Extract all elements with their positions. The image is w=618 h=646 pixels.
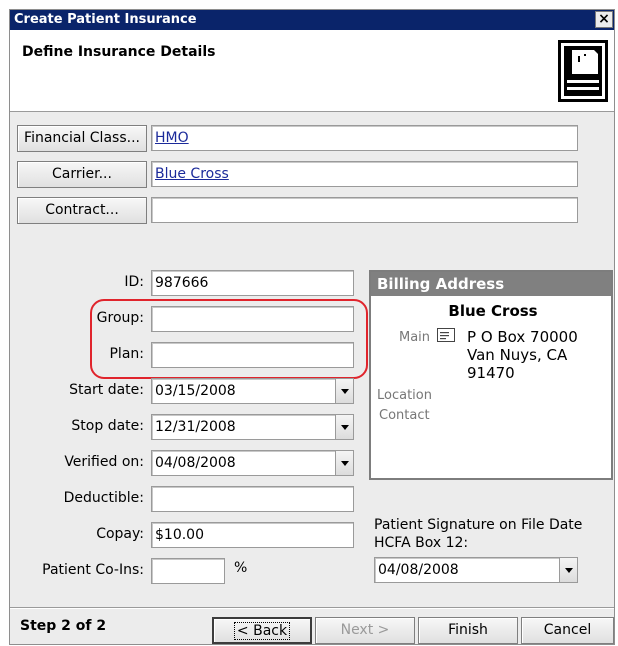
financial-class-button[interactable]: Financial Class... bbox=[17, 125, 147, 152]
contract-button[interactable]: Contract... bbox=[17, 197, 147, 224]
plan-input[interactable] bbox=[151, 342, 354, 368]
finish-button[interactable]: Finish bbox=[418, 617, 518, 644]
deductible-label: Deductible: bbox=[63, 490, 144, 506]
title-bar: Create Patient Insurance × bbox=[10, 10, 614, 30]
window-title: Create Patient Insurance bbox=[14, 12, 197, 27]
back-button[interactable]: < Back bbox=[212, 617, 312, 644]
billing-address-line: Van Nuys, CA bbox=[467, 346, 568, 364]
id-input[interactable]: 987666 bbox=[151, 270, 354, 296]
verified-on-value: 04/08/2008 bbox=[155, 455, 236, 471]
group-input[interactable] bbox=[151, 306, 354, 332]
finish-button-label: Finish bbox=[448, 622, 488, 638]
co-ins-percent: % bbox=[234, 560, 248, 576]
billing-contact-label: Contact bbox=[379, 408, 430, 423]
document-icon bbox=[558, 40, 608, 102]
next-button[interactable]: Next > bbox=[315, 617, 415, 644]
signature-label-line2: HCFA Box 12: bbox=[374, 535, 469, 551]
chevron-down-icon[interactable] bbox=[335, 451, 353, 475]
group-label: Group: bbox=[96, 310, 144, 326]
billing-address-line: 91470 bbox=[467, 364, 515, 382]
back-button-label: < Back bbox=[233, 622, 291, 640]
carrier-field[interactable]: Blue Cross bbox=[151, 161, 578, 187]
chevron-down-icon[interactable] bbox=[335, 379, 353, 403]
stop-date-value: 12/31/2008 bbox=[155, 419, 236, 435]
verified-on-label: Verified on: bbox=[64, 454, 144, 470]
chevron-down-icon[interactable] bbox=[335, 415, 353, 439]
co-ins-label: Patient Co-Ins: bbox=[42, 562, 144, 578]
billing-carrier-name: Blue Cross bbox=[448, 302, 538, 320]
carrier-button-label: Carrier... bbox=[52, 166, 112, 182]
financial-class-button-label: Financial Class... bbox=[24, 130, 140, 146]
cancel-button[interactable]: Cancel bbox=[521, 617, 614, 644]
chevron-down-icon[interactable] bbox=[559, 558, 577, 582]
billing-main-label: Main bbox=[399, 330, 431, 345]
stop-date-label: Stop date: bbox=[71, 418, 144, 434]
billing-address-panel: Billing Address Blue Cross Main P O Box … bbox=[369, 270, 613, 480]
billing-address-title: Billing Address bbox=[371, 272, 611, 296]
footer-divider bbox=[10, 607, 614, 609]
copay-label: Copay: bbox=[96, 526, 144, 542]
close-icon: × bbox=[598, 11, 610, 27]
id-label: ID: bbox=[124, 274, 144, 290]
start-date-select[interactable]: 03/15/2008 bbox=[151, 378, 354, 404]
signature-date-value: 04/08/2008 bbox=[378, 562, 459, 578]
start-date-label: Start date: bbox=[69, 382, 144, 398]
financial-class-value: HMO bbox=[155, 130, 189, 146]
deductible-input[interactable] bbox=[151, 486, 354, 512]
co-ins-input[interactable] bbox=[151, 558, 225, 584]
header-title: Define Insurance Details bbox=[22, 44, 216, 60]
close-button[interactable]: × bbox=[595, 11, 613, 28]
financial-class-field[interactable]: HMO bbox=[151, 125, 578, 151]
verified-on-select[interactable]: 04/08/2008 bbox=[151, 450, 354, 476]
copay-input[interactable]: $10.00 bbox=[151, 522, 354, 548]
carrier-button[interactable]: Carrier... bbox=[17, 161, 147, 188]
next-button-label: Next > bbox=[340, 622, 390, 638]
billing-address-lines: P O Box 70000 Van Nuys, CA 91470 bbox=[467, 328, 578, 382]
billing-location-label: Location bbox=[377, 388, 432, 403]
plan-label: Plan: bbox=[109, 346, 144, 362]
step-indicator: Step 2 of 2 bbox=[20, 618, 107, 634]
start-date-value: 03/15/2008 bbox=[155, 383, 236, 399]
create-patient-insurance-dialog: Create Patient Insurance × Define Insura… bbox=[9, 9, 615, 645]
contract-button-label: Contract... bbox=[45, 202, 119, 218]
stop-date-select[interactable]: 12/31/2008 bbox=[151, 414, 354, 440]
carrier-value: Blue Cross bbox=[155, 166, 229, 182]
cancel-button-label: Cancel bbox=[543, 622, 592, 638]
signature-label-line1: Patient Signature on File Date bbox=[374, 517, 583, 533]
signature-date-select[interactable]: 04/08/2008 bbox=[374, 557, 578, 583]
billing-address-line: P O Box 70000 bbox=[467, 328, 578, 346]
address-card-icon bbox=[437, 328, 455, 342]
signature-label: Patient Signature on File Date HCFA Box … bbox=[374, 516, 582, 552]
wizard-header: Define Insurance Details bbox=[10, 30, 614, 112]
contract-field[interactable] bbox=[151, 197, 578, 223]
